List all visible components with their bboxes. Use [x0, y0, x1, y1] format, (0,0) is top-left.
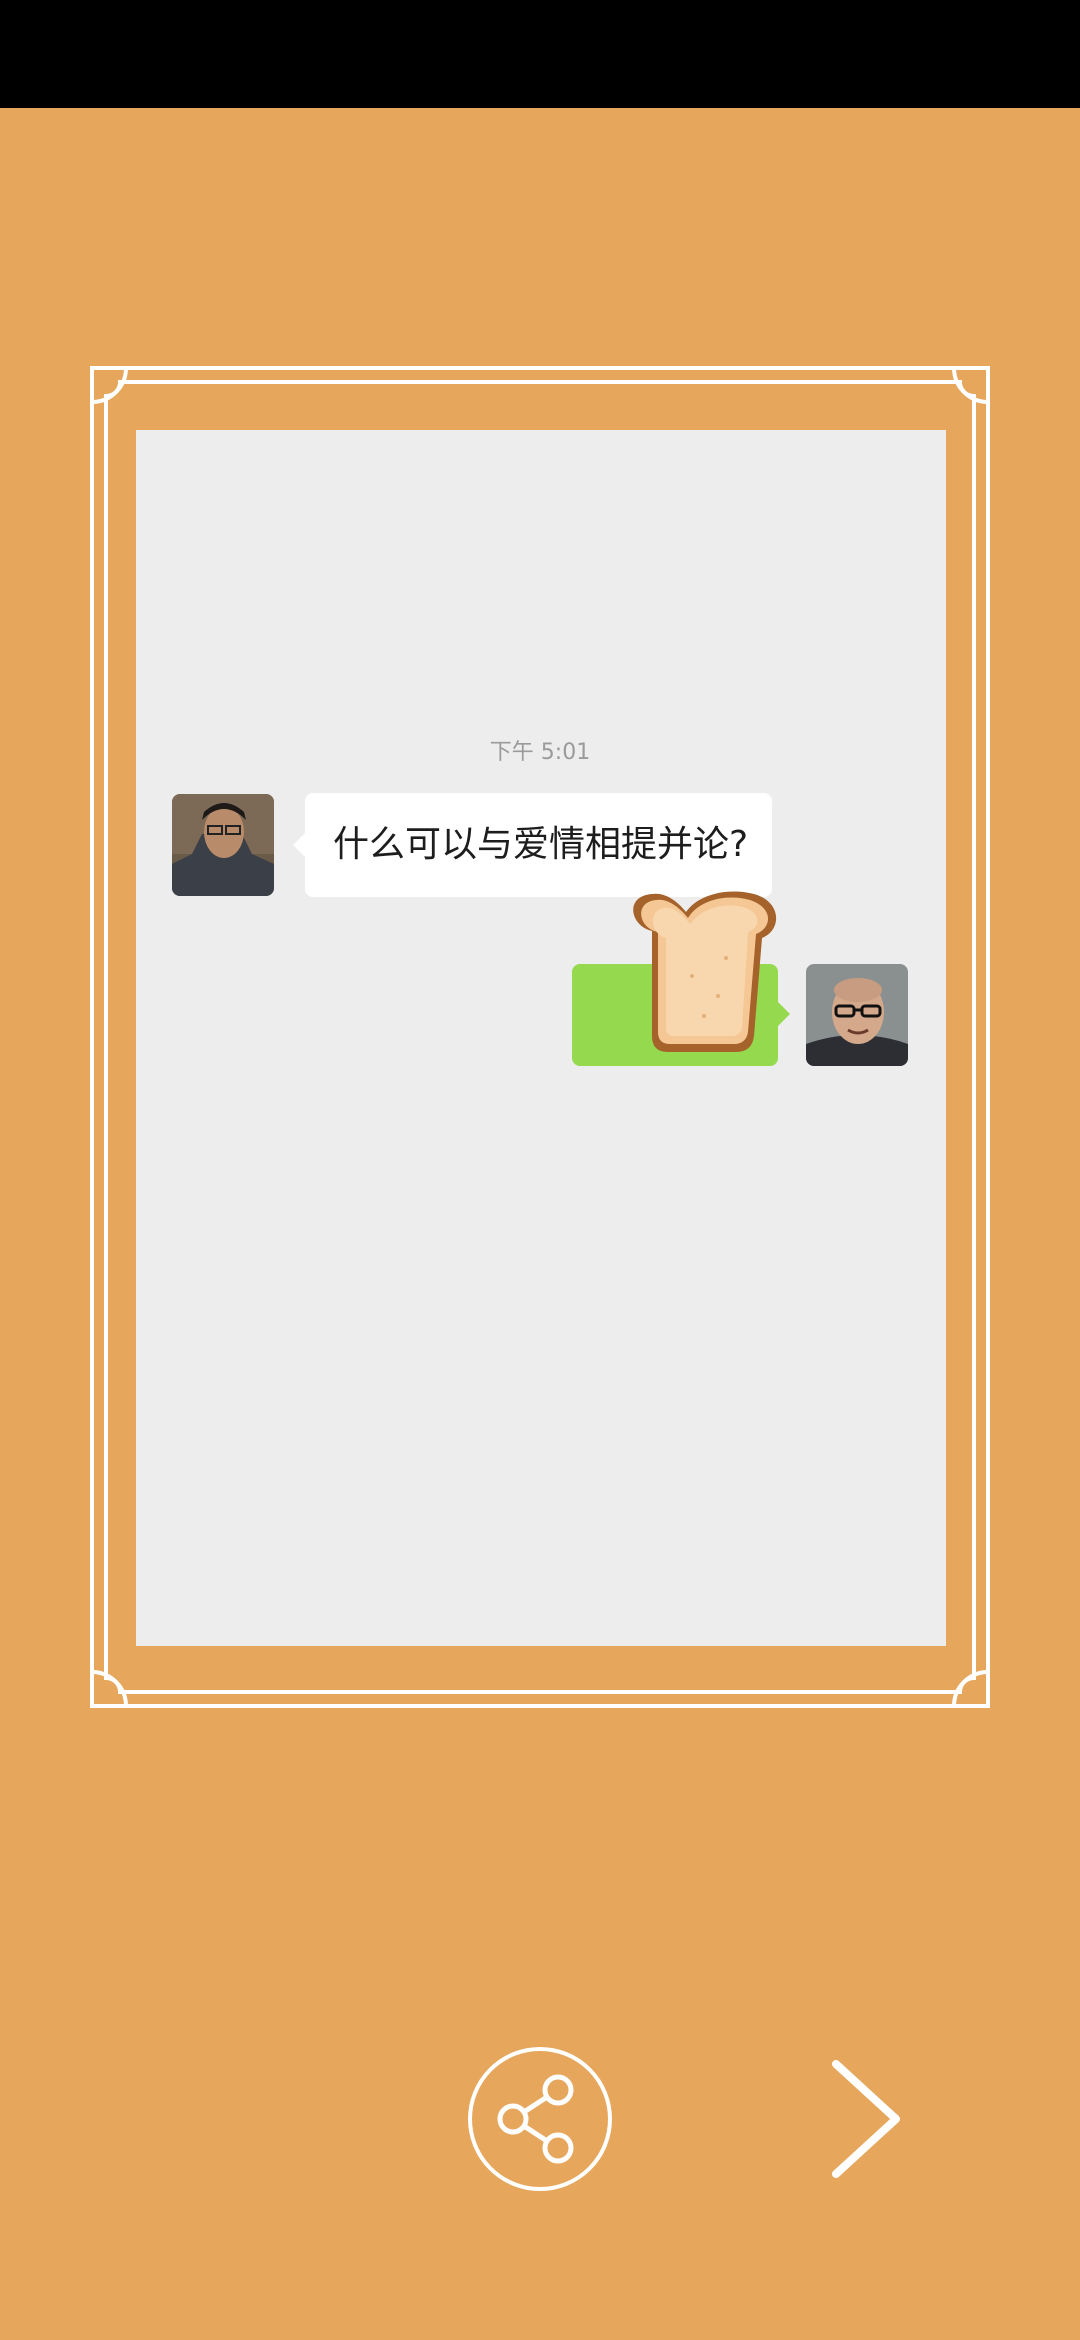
avatar-right[interactable] — [806, 964, 908, 1066]
share-icon — [468, 2047, 612, 2191]
next-button[interactable] — [820, 2054, 910, 2184]
chevron-right-icon — [832, 2060, 900, 2178]
toast-bread-icon[interactable] — [622, 886, 784, 1056]
avatar-left[interactable] — [172, 794, 274, 896]
share-button[interactable] — [467, 2046, 613, 2192]
message-timestamp: 下午 5:01 — [489, 740, 591, 765]
message-bubble-incoming[interactable]: 什么可以与爱情相提并论? — [293, 793, 772, 897]
status-bar — [0, 0, 1080, 108]
